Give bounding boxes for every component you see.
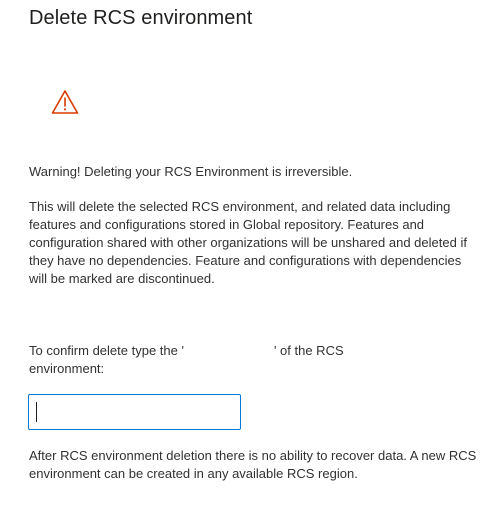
after-deletion-note: After RCS environment deletion there is …: [29, 448, 477, 481]
dialog-title: Delete RCS environment: [29, 7, 253, 29]
confirm-suffix: ' of the RCS: [273, 343, 344, 358]
deletion-description: This will delete the selected RCS enviro…: [29, 199, 467, 286]
confirm-instruction-line1: To confirm delete type the ' ' of the RCS: [29, 342, 479, 360]
text-cursor: [36, 402, 37, 422]
confirm-environment-name-input[interactable]: [28, 394, 241, 430]
confirm-instruction-line2: environment:: [29, 361, 105, 376]
warning-triangle-icon: [51, 89, 79, 115]
warning-text: Warning! Deleting your RCS Environment i…: [29, 164, 353, 179]
confirm-instruction: To confirm delete type the ' ' of the RCS…: [29, 342, 479, 378]
delete-rcs-dialog: Delete RCS environment Warning! Deleting…: [0, 0, 491, 522]
confirm-prefix: To confirm delete type the ': [29, 343, 184, 358]
